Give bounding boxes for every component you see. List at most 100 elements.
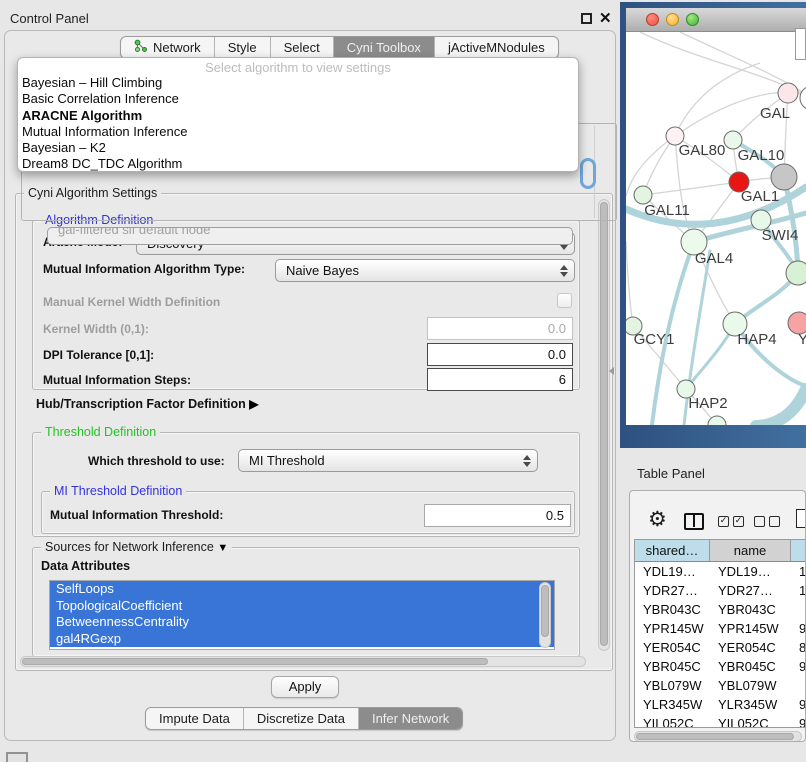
- hub-definition-toggle[interactable]: Hub/Transcription Factor Definition ▶: [36, 397, 258, 411]
- table-row[interactable]: YPR145WYPR145W9.: [635, 619, 806, 638]
- focused-combobox-fragment[interactable]: [580, 158, 596, 189]
- table-horizontal-scrollbar[interactable]: [634, 731, 802, 742]
- table-cell[interactable]: YER054C: [710, 638, 791, 657]
- tab-network[interactable]: Network: [121, 37, 214, 58]
- table-cell[interactable]: 8.: [791, 638, 806, 657]
- table-cell[interactable]: YDL19…: [635, 562, 710, 581]
- close-traffic-light-icon[interactable]: [646, 13, 659, 26]
- tab-select[interactable]: Select: [270, 37, 333, 58]
- table-row[interactable]: YBR043CYBR043C: [635, 600, 806, 619]
- split-columns-icon[interactable]: [684, 513, 704, 530]
- tab-infer-network[interactable]: Infer Network: [358, 708, 462, 729]
- table-cell[interactable]: YBR043C: [635, 600, 710, 619]
- column-header-a[interactable]: A: [791, 540, 806, 562]
- dpi-tolerance-field[interactable]: 0.0: [427, 343, 573, 366]
- table-cell[interactable]: YBL079W: [710, 676, 791, 695]
- network-view-window[interactable]: GALGAL80GAL10GAL1GAL11SWI4GAL4GCY1HAP4YH…: [620, 2, 806, 448]
- table-cell[interactable]: YBR045C: [710, 657, 791, 676]
- table-cell[interactable]: YDR27…: [635, 581, 710, 600]
- close-icon[interactable]: ✕: [599, 9, 612, 27]
- deselect-all-icon[interactable]: [754, 516, 765, 527]
- attribute-list-scrollbar[interactable]: [539, 582, 551, 648]
- mi-threshold-field[interactable]: 0.5: [424, 504, 571, 527]
- table-cell[interactable]: YLR345W: [710, 695, 791, 714]
- table-cell[interactable]: 9.: [791, 657, 806, 676]
- tab-impute-data[interactable]: Impute Data: [146, 708, 243, 729]
- table-cell[interactable]: 13: [791, 562, 806, 581]
- network-selector-combobox[interactable]: gal-filtered sif default node: [47, 227, 573, 245]
- apply-button[interactable]: Apply: [271, 676, 339, 698]
- page-icon[interactable]: [796, 509, 806, 528]
- table-row[interactable]: YDR27…YDR27…12: [635, 581, 806, 600]
- table-cell[interactable]: 9.: [791, 619, 806, 638]
- zoom-traffic-light-icon[interactable]: [686, 13, 699, 26]
- network-node-gal[interactable]: [778, 83, 798, 103]
- manual-kernel-checkbox[interactable]: [557, 293, 572, 308]
- algorithm-option-bayesian-k2[interactable]: Bayesian – K2: [18, 140, 578, 156]
- network-edge[interactable]: [643, 182, 739, 195]
- float-window-icon[interactable]: [581, 13, 592, 24]
- algorithm-option-basic-correlation-inference[interactable]: Basic Correlation Inference: [18, 91, 578, 107]
- network-node[interactable]: [800, 86, 806, 110]
- table-cell[interactable]: YDL19…: [710, 562, 791, 581]
- attribute-item-selfloops[interactable]: SelfLoops: [50, 581, 554, 598]
- table-cell[interactable]: YBL079W: [635, 676, 710, 695]
- mi-steps-field[interactable]: 6: [427, 368, 573, 391]
- network-edge[interactable]: [626, 136, 675, 196]
- table-cell[interactable]: YIL052C: [710, 714, 791, 728]
- data-attributes-list[interactable]: SelfLoopsTopologicalCoefficientBetweenne…: [49, 580, 555, 650]
- settings-horizontal-scrollbar[interactable]: [20, 656, 586, 667]
- minimized-panel-icon[interactable]: [6, 752, 28, 762]
- table-cell[interactable]: YDR27…: [710, 581, 791, 600]
- tab-jactivemnodules[interactable]: jActiveMNodules: [434, 37, 558, 58]
- tab-style[interactable]: Style: [214, 37, 270, 58]
- table-cell[interactable]: [791, 676, 806, 695]
- sources-group-toggle[interactable]: Sources for Network Inference ▼: [41, 540, 232, 554]
- table-cell[interactable]: YPR145W: [710, 619, 791, 638]
- mi-type-combobox[interactable]: Naive Bayes: [275, 259, 575, 282]
- table-row[interactable]: YBR045CYBR045C9.: [635, 657, 806, 676]
- table-cell[interactable]: 12: [791, 581, 806, 600]
- table-cell[interactable]: YBR045C: [635, 657, 710, 676]
- table-row[interactable]: YER054CYER054C8.: [635, 638, 806, 657]
- table-row[interactable]: YIL052CYIL052C9.: [635, 714, 806, 728]
- settings-vertical-scrollbar[interactable]: [598, 199, 610, 651]
- split-pane-collapse-icon[interactable]: [609, 367, 614, 375]
- network-canvas[interactable]: GALGAL80GAL10GAL1GAL11SWI4GAL4GCY1HAP4YH…: [626, 32, 806, 425]
- gear-icon[interactable]: ⚙: [648, 507, 667, 531]
- table-cell[interactable]: YIL052C: [635, 714, 710, 728]
- expand-right-icon[interactable]: ▶: [249, 397, 258, 411]
- table-cell[interactable]: YLR345W: [635, 695, 710, 714]
- kernel-width-field[interactable]: 0.0: [427, 317, 573, 340]
- network-node[interactable]: [771, 164, 797, 190]
- deselect-all-icon[interactable]: [769, 516, 780, 527]
- which-threshold-combobox[interactable]: MI Threshold: [238, 449, 538, 472]
- table-cell[interactable]: 9.: [791, 714, 806, 728]
- table-row[interactable]: YLR345WYLR345W9.: [635, 695, 806, 714]
- collapse-down-icon[interactable]: ▼: [217, 542, 228, 554]
- select-all-icon[interactable]: ✓: [718, 516, 729, 527]
- select-all-icon[interactable]: ✓: [733, 516, 744, 527]
- column-header-name[interactable]: name: [710, 540, 791, 562]
- network-edge[interactable]: [756, 389, 806, 425]
- table-cell[interactable]: YER054C: [635, 638, 710, 657]
- column-header-shared[interactable]: shared…: [635, 540, 710, 562]
- table-cell[interactable]: 9.: [791, 695, 806, 714]
- network-window-titlebar[interactable]: [626, 8, 806, 32]
- algorithm-option-aracne-algorithm[interactable]: ARACNE Algorithm: [18, 108, 578, 124]
- attribute-item-betweennesscentrality[interactable]: BetweennessCentrality: [50, 614, 554, 631]
- minimize-traffic-light-icon[interactable]: [666, 13, 679, 26]
- table-cell[interactable]: YBR043C: [710, 600, 791, 619]
- algorithm-option-mutual-information-inference[interactable]: Mutual Information Inference: [18, 124, 578, 140]
- algorithm-option-bayesian-hill-climbing[interactable]: Bayesian – Hill Climbing: [18, 75, 578, 91]
- table-row[interactable]: YDL19…YDL19…13: [635, 562, 806, 581]
- tab-cyni-toolbox[interactable]: Cyni Toolbox: [333, 37, 434, 58]
- algorithm-option-dream8-dc-tdc-algorithm[interactable]: Dream8 DC_TDC Algorithm: [18, 156, 578, 172]
- attribute-item-gal4rgexp[interactable]: gal4RGexp: [50, 631, 554, 648]
- network-edge[interactable]: [626, 241, 633, 326]
- table-row[interactable]: YBL079WYBL079W: [635, 676, 806, 695]
- network-node[interactable]: [786, 261, 806, 285]
- network-edge[interactable]: [643, 136, 675, 195]
- attribute-item-topologicalcoefficient[interactable]: TopologicalCoefficient: [50, 598, 554, 615]
- tab-discretize-data[interactable]: Discretize Data: [243, 708, 358, 729]
